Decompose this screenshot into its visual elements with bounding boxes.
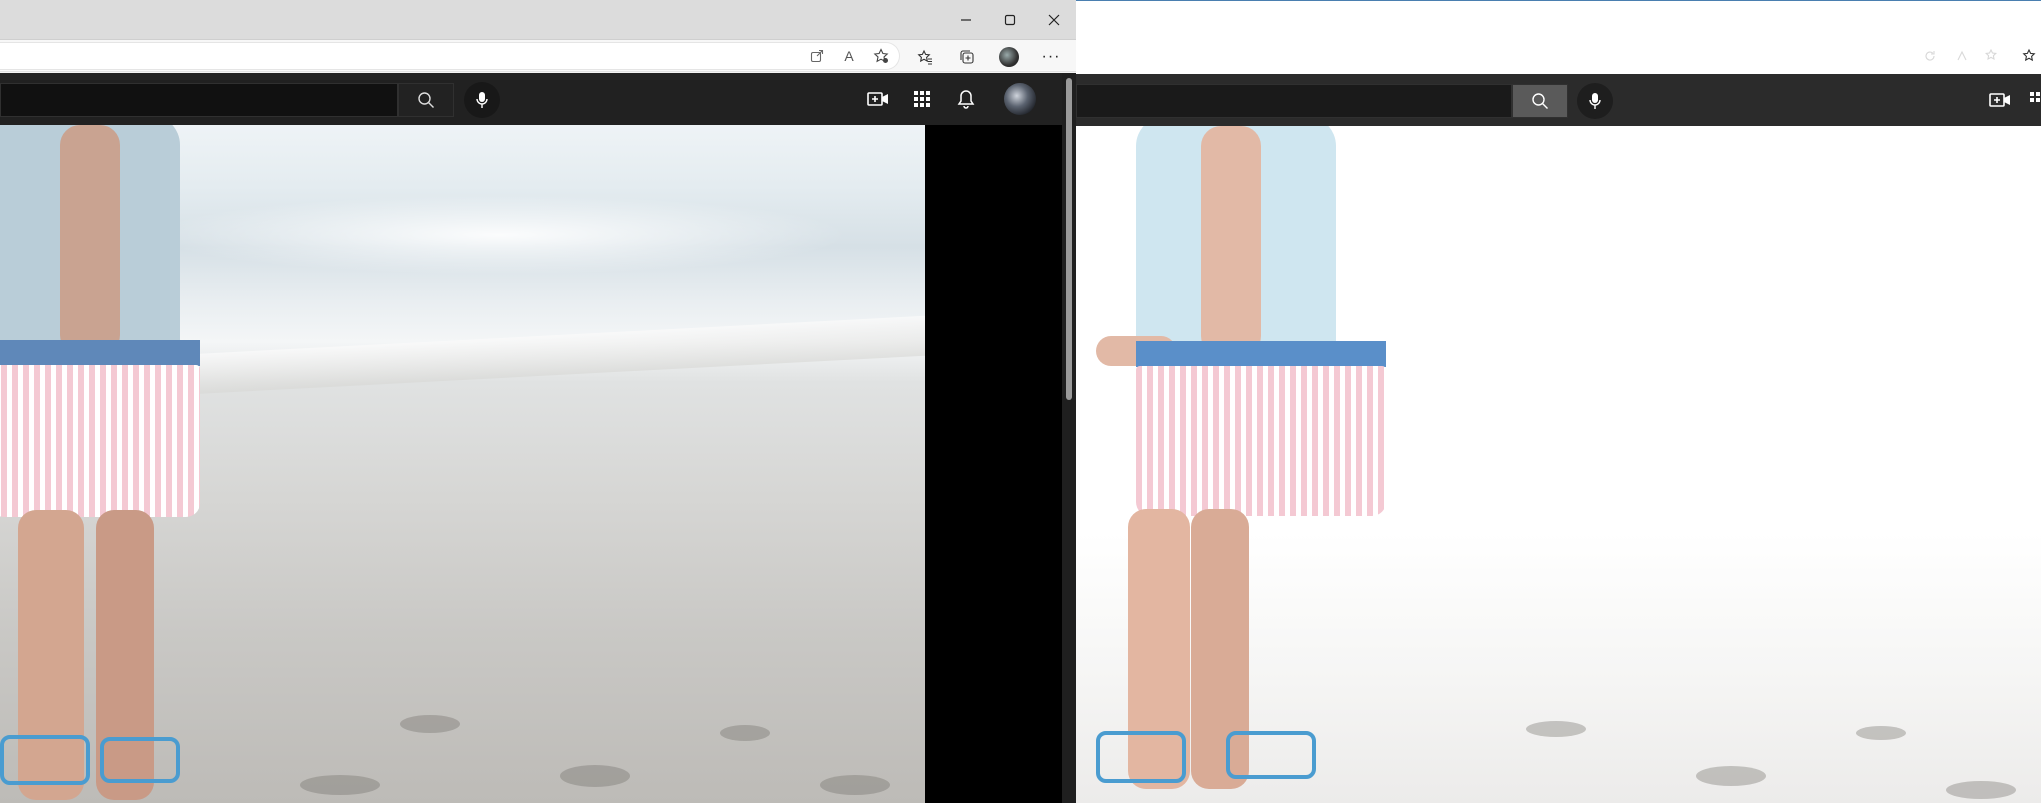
more-button[interactable]: ··· [1040, 46, 1062, 68]
minimize-button[interactable] [944, 0, 988, 40]
girl-skirt [1136, 366, 1386, 516]
apps-button-right[interactable] [2026, 88, 2041, 112]
apps-button[interactable] [910, 87, 934, 111]
voice-search-button-right[interactable] [1577, 83, 1613, 119]
profile-button[interactable] [998, 46, 1020, 68]
search-input-right[interactable] [1076, 84, 1512, 118]
add-favorite-icon [873, 48, 889, 63]
video-player[interactable] [0, 125, 925, 803]
girl-sandal-left [1096, 731, 1186, 783]
add-favorite-button-right[interactable] [1981, 45, 2003, 67]
site-header [0, 73, 1062, 125]
footprint [1526, 721, 1586, 737]
left-browser-window: A ··· [0, 0, 1076, 803]
right-toolbar-area [1076, 1, 2041, 73]
search-icon [418, 92, 434, 108]
search-button-right[interactable] [1512, 84, 1568, 118]
microphone-icon [476, 92, 488, 108]
favorites-button[interactable] [914, 46, 936, 68]
address-bar-row: A ··· [0, 40, 1076, 72]
search-button[interactable] [398, 83, 454, 117]
collections-icon [960, 50, 974, 64]
girl-sandal-left [0, 735, 90, 785]
create-button[interactable] [866, 87, 890, 111]
scrollbar-thumb[interactable] [1066, 78, 1072, 400]
search-input[interactable] [0, 83, 398, 117]
add-favorite-button[interactable] [870, 45, 892, 67]
footprint [400, 715, 460, 733]
read-aloud-button-right[interactable] [1951, 45, 1973, 67]
microphone-icon [1589, 93, 1601, 109]
read-aloud-icon: A [844, 48, 854, 64]
maximize-icon [1004, 14, 1016, 26]
girl-arm [60, 125, 120, 355]
footprint [1946, 781, 2016, 799]
collections-button[interactable] [956, 46, 978, 68]
girl-arm [1201, 126, 1261, 356]
footprint [1856, 726, 1906, 740]
address-bar[interactable]: A [0, 42, 900, 70]
footprint [560, 765, 630, 787]
apps-grid-icon [2030, 92, 2040, 102]
search-icon [1532, 93, 1548, 109]
site-header-right [1076, 74, 2041, 126]
open-external-icon [810, 49, 824, 63]
footprint [300, 775, 380, 795]
maximize-button[interactable] [988, 0, 1032, 40]
add-favorite-icon [1985, 49, 1998, 61]
close-icon [1048, 14, 1060, 26]
read-aloud-icon [1957, 50, 1967, 61]
create-button-right[interactable] [1988, 88, 2012, 112]
sea-highlight [150, 195, 850, 275]
girl-sandal-right [100, 737, 180, 783]
read-aloud-button[interactable]: A [838, 45, 860, 67]
notifications-button[interactable] [954, 87, 978, 111]
profile-icon [999, 47, 1019, 67]
video-player-right[interactable] [1076, 126, 2041, 803]
create-video-icon [867, 92, 888, 106]
favorites-icon [917, 49, 932, 65]
video-letterbox [925, 125, 1062, 803]
create-video-icon [1989, 93, 2010, 107]
girl-waistband [1136, 341, 1386, 367]
girl-sandal-right [1226, 731, 1316, 779]
girl-skirt [0, 365, 200, 517]
refresh-icon [1925, 51, 1935, 61]
right-browser-window [1076, 0, 2041, 803]
footprint [1696, 766, 1766, 786]
footprint [720, 725, 770, 741]
more-icon: ··· [1041, 48, 1061, 65]
avatar[interactable] [1004, 83, 1036, 115]
girl-waistband [0, 340, 200, 366]
refresh-button[interactable] [1919, 45, 1941, 67]
favorites-button-right[interactable] [2019, 45, 2041, 67]
close-button[interactable] [1032, 0, 1076, 40]
apps-grid-icon [914, 91, 930, 107]
open-external-button[interactable] [806, 45, 828, 67]
favorites-icon [2022, 48, 2036, 62]
notifications-icon [957, 90, 975, 109]
footprint [820, 775, 890, 795]
voice-search-button[interactable] [464, 82, 500, 118]
minimize-icon [961, 19, 971, 21]
title-bar [0, 0, 1076, 40]
